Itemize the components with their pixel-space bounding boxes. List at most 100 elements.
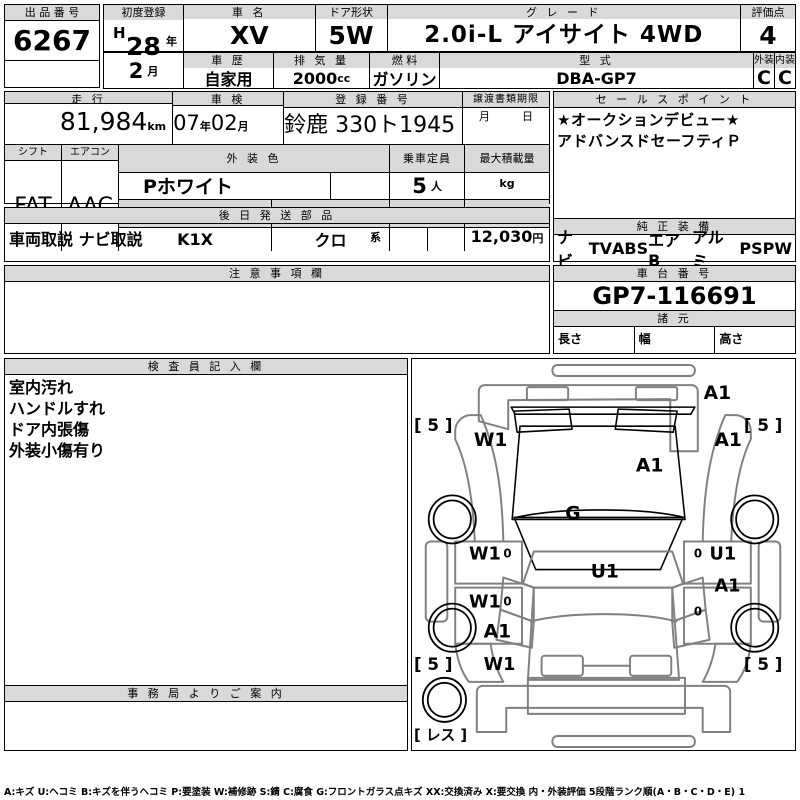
caution-vin-block: 注 意 事 項 欄 車 台 番 号 GP7-116691 諸 元 長さ 幅 高さ	[4, 265, 796, 354]
seating-capacity-value: 5人	[390, 172, 465, 200]
inspection-expiry-label: 車 検	[173, 92, 283, 106]
mileage-unit: km	[147, 120, 166, 133]
first-registration-label: 初度登録	[104, 5, 183, 20]
displacement-number: 2000	[293, 69, 338, 88]
office-box: 事 務 局 よ り ご 案 内	[4, 686, 408, 751]
inspection-expiry-value: 07年02月	[173, 106, 283, 144]
mark-front-right-door: U1	[710, 543, 737, 564]
auction-sheet: 出 品 番 号 6267 初度登録 H 28 年 車 名 XV	[0, 0, 800, 800]
legend-text: A:キズ U:ヘコミ B:キズを伴うヘコミ P:要塗装 W:補修跡 S:錆 C:…	[4, 784, 796, 798]
fuel-box: 燃 料 ガソリン	[369, 53, 439, 89]
shift-label: シフト	[5, 145, 61, 161]
car-history-label: 車 歴	[184, 53, 273, 68]
damage-diagram: A1 W1 A1 A1 G W1 0 0 U1 U1 W1 0 A1 0 A1 …	[411, 358, 796, 751]
interior-color-suffix: 系	[370, 229, 381, 245]
lot-number-value: 6267	[5, 21, 99, 61]
fuel-label: 燃 料	[370, 53, 439, 68]
office-text	[5, 702, 407, 750]
transfer-deadline-label: 譲渡書類期限	[463, 92, 549, 108]
displacement-value: 2000cc	[274, 68, 369, 88]
era-letter: H	[113, 24, 126, 42]
mark-front-left-door: W1	[469, 543, 501, 564]
mark-front-left-door-sub: 0	[503, 546, 511, 560]
mark-roof-right: A1	[704, 383, 731, 404]
exterior-color-blank	[331, 172, 390, 200]
displacement-unit: cc	[337, 72, 350, 85]
max-load-label: 最大積載量	[465, 145, 549, 173]
inspector-note-line: ハンドルすれ	[9, 398, 407, 419]
score-label: 評価点	[741, 5, 795, 19]
condition-grade-box: 外装 C 内装 C	[753, 53, 796, 89]
grade-value: 2.0i-L アイサイト 4WD	[388, 19, 740, 51]
seats-number: 5	[412, 174, 427, 198]
tire-label-front-right: [ 5 ]	[744, 415, 782, 435]
caution-label: 注 意 事 項 欄	[5, 266, 549, 282]
vin-box: 車 台 番 号 GP7-116691	[553, 265, 796, 311]
equipment-item: TV	[589, 239, 612, 258]
model-code-value: DBA-GP7	[440, 68, 753, 88]
max-load-unit: kg	[499, 177, 514, 190]
shaken-year-unit: 年	[200, 120, 211, 133]
mark-rear-left-lower: W1	[484, 654, 516, 675]
later-parts-label: 後 日 発 送 部 品	[5, 208, 549, 224]
aircon-label: エアコン	[62, 145, 118, 161]
exterior-grade-label: 外装	[754, 53, 774, 68]
spec-box: 諸 元 長さ 幅 高さ	[553, 311, 796, 354]
mileage-number: 81,984	[60, 107, 147, 136]
exterior-grade-value: C	[754, 68, 774, 88]
inspector-note-line: 外装小傷有り	[9, 440, 407, 461]
equipment-item: エアB	[648, 227, 692, 270]
registration-number-label: 登 録 番 号	[284, 92, 462, 108]
reg-year-value: 28	[126, 32, 161, 61]
lot-number-blank	[5, 61, 99, 87]
tire-label-rear-left: [ 5 ]	[414, 654, 452, 674]
inspector-diagram-block: 検 査 員 記 入 欄 室内汚れ ハンドルすれ ドア内張傷 外装小傷有り 事 務…	[4, 358, 796, 751]
sales-point-box: セ ー ル ス ポ イ ン ト ★オークションデビュー★ アドバンスドセーフティ…	[553, 91, 796, 219]
exterior-grade-cell: 外装 C	[754, 53, 775, 88]
sales-point-line: ★オークションデビュー★	[557, 110, 795, 131]
mark-windshield-lower: G	[565, 503, 580, 524]
car-name-value: XV	[184, 19, 315, 51]
mark-rear-left-door-sub: 0	[503, 595, 511, 609]
caution-box: 注 意 事 項 欄	[4, 265, 550, 354]
mark-front-right-door-sub: 0	[694, 546, 702, 560]
car-history-value: 自家用	[184, 68, 273, 88]
vin-label: 車 台 番 号	[554, 266, 795, 282]
lot-number-label: 出 品 番 号	[5, 5, 99, 21]
displacement-label: 排 気 量	[274, 53, 369, 68]
inspection-expiry-box: 車 検 07年02月	[173, 92, 284, 144]
shaken-month-unit: 月	[238, 120, 249, 133]
first-registration-year: H 28 年	[104, 20, 183, 51]
vin-value: GP7-116691	[554, 282, 795, 310]
equipment-item: PS	[739, 239, 762, 258]
shaken-month: 02	[211, 111, 238, 135]
sales-point-line: アドバンスドセーフティＰ	[557, 131, 795, 152]
model-code-box: 型 式 DBA-GP7	[439, 53, 753, 89]
transfer-day-unit: 日	[522, 108, 533, 124]
spec-height: 高さ	[715, 327, 795, 353]
inspector-label: 検 査 員 記 入 欄	[5, 359, 407, 375]
spec-width: 幅	[635, 327, 716, 353]
registration-number-value: 鈴鹿 330ト1945	[284, 108, 462, 143]
month-unit: 月	[147, 63, 158, 79]
equipment-item: ABS	[612, 239, 648, 258]
score-value: 4	[741, 19, 795, 51]
grade-label: グ レ ー ド	[388, 5, 740, 19]
first-registration-box: 初度登録 H 28 年	[103, 4, 183, 52]
inspector-note-line: ドア内張傷	[9, 419, 407, 440]
mark-hood: A1	[636, 455, 663, 476]
door-shape-box: ドア形状 5W	[315, 4, 387, 52]
grade-box: グ レ ー ド 2.0i-L アイサイト 4WD	[387, 4, 740, 52]
transfer-deadline-box: 譲渡書類期限 月 日	[463, 92, 549, 144]
car-name-box: 車 名 XV	[183, 4, 315, 52]
spec-length: 長さ	[554, 327, 635, 353]
transfer-month-unit: 月	[479, 108, 490, 124]
registration-number-box: 登 録 番 号 鈴鹿 330ト1945	[284, 92, 463, 144]
interior-color-value: クロ 系	[272, 227, 390, 251]
displacement-box: 排 気 量 2000cc	[273, 53, 369, 89]
damage-diagram-svg: A1 W1 A1 A1 G W1 0 0 U1 U1 W1 0 A1 0 A1 …	[412, 359, 795, 750]
mark-front-left-fender: W1	[474, 430, 508, 451]
spec-label: 諸 元	[554, 311, 795, 327]
header-block: 出 品 番 号 6267 初度登録 H 28 年 車 名 XV	[4, 4, 796, 88]
tire-label-rear-right: [ 5 ]	[744, 654, 782, 674]
